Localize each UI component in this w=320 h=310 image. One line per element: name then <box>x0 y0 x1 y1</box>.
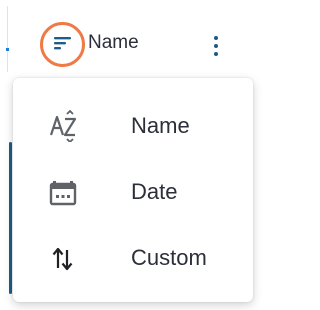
menu-item-date[interactable]: Date <box>13 158 253 224</box>
menu-item-label: Name <box>131 113 190 138</box>
panel-divider <box>0 0 10 78</box>
divider-line <box>7 6 8 72</box>
background-card <box>0 142 13 294</box>
menu-item-custom[interactable]: Custom <box>13 224 253 290</box>
menu-item-name[interactable]: Name <box>13 92 253 158</box>
sort-button[interactable] <box>40 22 85 67</box>
sort-alpha-icon <box>49 110 77 142</box>
sort-menu: Name Date Custom <box>13 78 253 302</box>
divider-accent <box>6 48 9 51</box>
sort-label: Name <box>88 32 139 53</box>
menu-item-label: Custom <box>131 245 207 270</box>
menu-item-label: Date <box>131 179 178 204</box>
toolbar: Name <box>0 0 262 78</box>
swap-vert-icon <box>52 247 73 271</box>
more-vertical-icon[interactable] <box>209 33 223 59</box>
sort-lines-icon <box>54 37 71 50</box>
calendar-icon <box>49 181 77 206</box>
card-accent-bar <box>9 142 12 294</box>
